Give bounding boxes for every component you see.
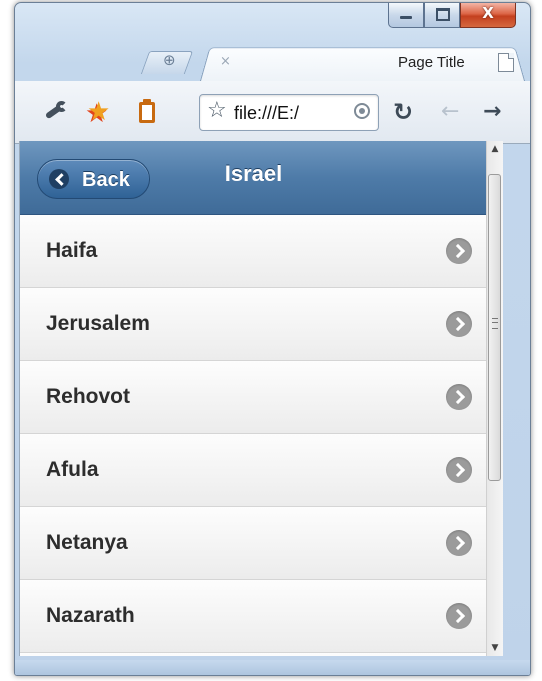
city-list: Haifa Jerusalem Rehovot Afula Netanya Na… bbox=[20, 215, 487, 656]
address-bar[interactable]: ☆ file:///E:/ bbox=[199, 94, 379, 131]
maximize-icon bbox=[436, 8, 450, 21]
vertical-scrollbar[interactable]: ▲ ▼ bbox=[486, 141, 503, 656]
scroll-up-icon[interactable]: ▲ bbox=[487, 141, 503, 157]
new-tab-icon[interactable]: ⊕ bbox=[163, 51, 176, 69]
grip-icon bbox=[492, 318, 498, 329]
chevron-right-icon bbox=[446, 457, 472, 483]
tab-close-icon[interactable]: × bbox=[220, 54, 231, 69]
clipboard-icon[interactable] bbox=[135, 99, 161, 125]
window-controls: X bbox=[388, 3, 516, 31]
chevron-right-icon bbox=[446, 238, 472, 264]
chevron-right-icon bbox=[446, 603, 472, 629]
tab-page-title[interactable]: × Page Title bbox=[200, 45, 525, 81]
page-viewport: Back Israel Haifa Jerusalem Rehovot Aful… bbox=[19, 141, 503, 656]
list-item[interactable]: Jerusalem bbox=[20, 288, 487, 361]
reload-icon[interactable]: ↻ bbox=[393, 99, 419, 125]
globe-icon bbox=[354, 103, 370, 119]
bookmark-star-icon[interactable]: ★ bbox=[87, 99, 113, 125]
page-title: Israel bbox=[224, 161, 283, 186]
list-item[interactable]: Rehovot bbox=[20, 361, 487, 434]
list-item[interactable]: Afula bbox=[20, 434, 487, 507]
scrollbar-thumb[interactable] bbox=[488, 174, 501, 481]
bookmark-star-outline-icon[interactable]: ☆ bbox=[207, 98, 227, 123]
maximize-button[interactable] bbox=[424, 3, 460, 28]
list-item[interactable] bbox=[20, 653, 487, 656]
list-item-label: Haifa bbox=[46, 239, 98, 262]
close-window-button[interactable]: X bbox=[460, 3, 516, 28]
list-item[interactable]: Nazarath bbox=[20, 580, 487, 653]
list-item-label: Netanya bbox=[46, 531, 128, 554]
chevron-right-icon bbox=[446, 311, 472, 337]
page-header: Back Israel bbox=[20, 141, 487, 215]
minimize-button[interactable] bbox=[388, 3, 424, 28]
close-icon: X bbox=[482, 4, 494, 22]
list-item-label: Afula bbox=[46, 458, 99, 481]
list-item-label: Rehovot bbox=[46, 385, 130, 408]
wrench-icon[interactable] bbox=[43, 99, 69, 125]
tab-background bbox=[200, 47, 525, 81]
scroll-down-icon[interactable]: ▼ bbox=[487, 640, 503, 656]
list-item[interactable]: Netanya bbox=[20, 507, 487, 580]
forward-arrow-icon[interactable]: → bbox=[483, 99, 509, 125]
tab-title: Page Title bbox=[398, 54, 465, 71]
back-arrow-icon[interactable]: ← bbox=[441, 99, 467, 125]
page-icon bbox=[498, 53, 514, 72]
list-item[interactable]: Haifa bbox=[20, 215, 487, 288]
chevron-right-icon bbox=[446, 530, 472, 556]
minimize-icon bbox=[400, 16, 412, 19]
list-item-label: Jerusalem bbox=[46, 312, 150, 335]
window-bottom-frame bbox=[15, 660, 530, 675]
chevron-right-icon bbox=[446, 384, 472, 410]
browser-toolbar: ★ ☆ file:///E:/ ↻ ← → bbox=[15, 81, 530, 144]
address-url[interactable]: file:///E:/ bbox=[234, 103, 299, 124]
list-item-label: Nazarath bbox=[46, 604, 135, 627]
